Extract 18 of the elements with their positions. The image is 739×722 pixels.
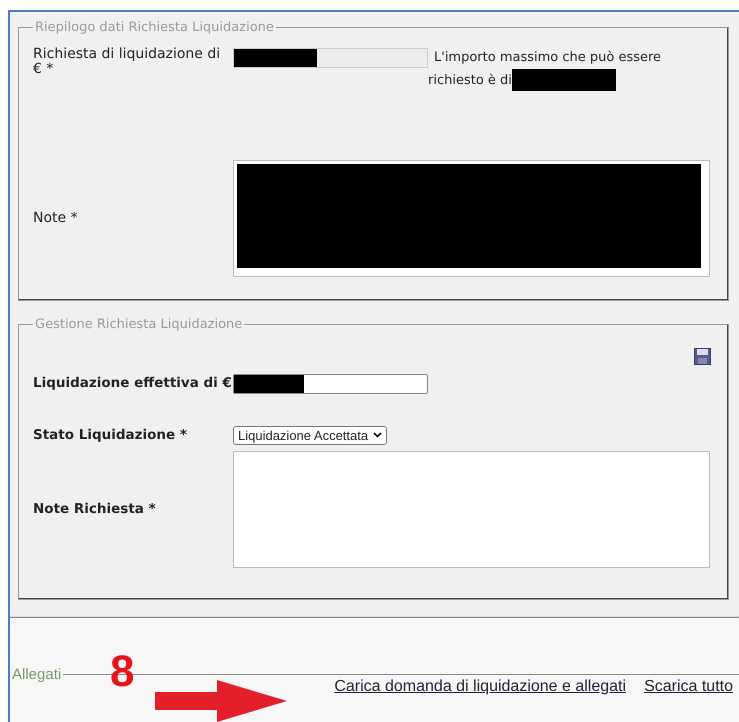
status-dropdown[interactable]: Liquidazione Accettata	[233, 426, 388, 445]
section-legend: Gestione Richiesta Liquidazione	[33, 316, 244, 332]
section-legend: Allegati	[12, 666, 62, 683]
link[interactable]: Scarica tutto	[644, 678, 733, 696]
link[interactable]: Carica domanda di liquidazione e allegati	[334, 678, 626, 696]
step-number: 8	[110, 650, 134, 694]
amount-field[interactable]	[233, 374, 428, 394]
section-legend: Riepilogo dati Richiesta Liquidazione	[33, 20, 276, 35]
amount-field[interactable]	[233, 48, 428, 68]
field-label: Note *	[33, 210, 79, 226]
arrow-icon	[153, 680, 289, 722]
field-label: Note Richiesta *	[33, 502, 157, 517]
field-label: Stato Liquidazione *	[33, 428, 188, 443]
field-label: Liquidazione effettiva di €	[33, 376, 233, 391]
caret-icon	[373, 432, 382, 438]
save-icon[interactable]	[694, 348, 711, 365]
max-amount-note: L'importo massimo che può essere richiesto è di	[428, 50, 662, 88]
field-label: Richiesta di liquidazione di € *	[33, 47, 222, 77]
